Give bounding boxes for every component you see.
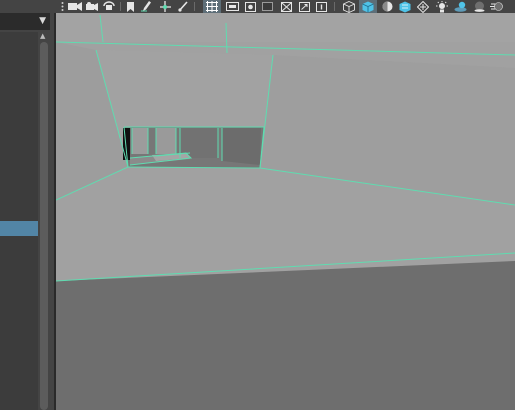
resolution-gate-icon[interactable] xyxy=(243,0,257,13)
toolbar-separator xyxy=(334,2,335,11)
scene-geometry[interactable] xyxy=(56,13,515,410)
bookmark-icon[interactable] xyxy=(125,0,135,13)
default-material-icon[interactable] xyxy=(379,0,395,13)
recess-panel-1 xyxy=(132,128,148,154)
textured-icon[interactable] xyxy=(397,0,413,13)
field-chart-icon[interactable] xyxy=(279,0,293,13)
gate-mask-icon[interactable] xyxy=(260,0,274,13)
scene-viewport[interactable] xyxy=(56,13,515,410)
toolbar-separator xyxy=(120,2,121,11)
safe-action-icon[interactable] xyxy=(297,0,311,13)
camera-icon[interactable] xyxy=(67,0,83,13)
panel-dropdown[interactable]: ▼ xyxy=(0,13,50,30)
xray-icon[interactable] xyxy=(415,0,431,13)
move-tool-icon[interactable] xyxy=(158,0,172,13)
viewport-toolbar xyxy=(56,0,515,13)
chevron-down-icon[interactable]: ▼ xyxy=(39,17,46,26)
smooth-shade-icon[interactable] xyxy=(359,0,377,13)
toolbar-separator xyxy=(194,2,195,11)
pencil-icon[interactable] xyxy=(140,0,152,13)
grid-icon[interactable] xyxy=(203,0,221,13)
wireframe-icon[interactable] xyxy=(341,0,357,13)
shadows-icon[interactable] xyxy=(452,0,468,13)
camera-attributes-icon[interactable] xyxy=(85,0,99,13)
ceiling-edge-plane xyxy=(56,13,515,42)
film-gate-icon[interactable] xyxy=(224,0,240,13)
left-panel: ▼ ▲ xyxy=(0,0,52,410)
selected-list-item[interactable] xyxy=(0,221,38,236)
camera-rotate-icon[interactable] xyxy=(101,0,117,13)
use-lights-icon[interactable] xyxy=(434,0,450,13)
recess-panel-2 xyxy=(156,128,176,154)
ambient-occlusion-icon[interactable] xyxy=(471,0,487,13)
motion-blur-icon[interactable] xyxy=(488,0,504,13)
triangle-up-icon[interactable]: ▲ xyxy=(40,33,45,40)
brush-icon[interactable] xyxy=(177,0,189,13)
menu-dots-icon[interactable] xyxy=(59,0,65,13)
outliner-scrollbar[interactable] xyxy=(40,42,48,410)
recess-panel-4 xyxy=(222,128,261,165)
safe-title-icon[interactable] xyxy=(314,0,328,13)
